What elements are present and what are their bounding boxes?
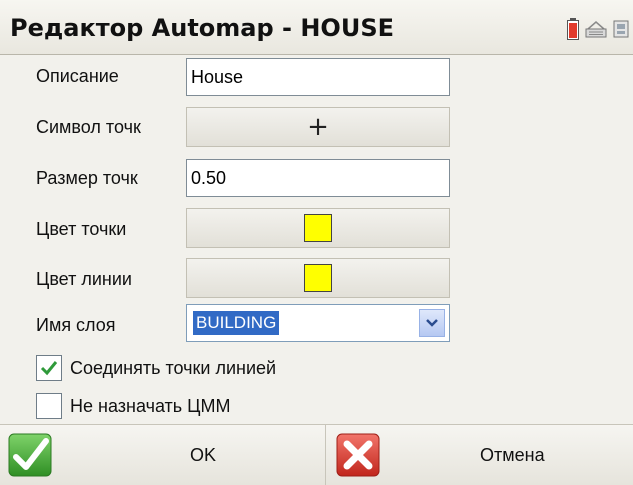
cancel-button[interactable]: Отмена xyxy=(326,425,633,485)
ok-check-icon xyxy=(8,433,52,482)
battery-icon[interactable] xyxy=(567,18,579,40)
button-bar: OK Отмена xyxy=(0,424,633,485)
description-label: Описание xyxy=(36,66,119,86)
ok-label: OK xyxy=(190,445,217,465)
automap-editor-window: Редактор Automap - HOUSE Описание House … xyxy=(0,0,633,485)
cancel-x-icon xyxy=(336,433,380,482)
layer-name-label: Имя слоя xyxy=(36,315,116,335)
chevron-down-icon[interactable] xyxy=(419,309,445,337)
point-color-button[interactable] xyxy=(186,208,450,248)
point-symbol-label: Символ точк xyxy=(36,117,141,137)
plus-symbol: + xyxy=(307,112,329,142)
no-dtm-label: Не назначать ЦММ xyxy=(70,395,231,416)
layer-name-dropdown[interactable]: BUILDING xyxy=(186,304,450,342)
form-area: Описание House Символ точк + Размер точк… xyxy=(0,55,633,423)
keyboard-icon[interactable] xyxy=(585,20,607,38)
checkmark-icon xyxy=(40,361,58,376)
network-icon[interactable] xyxy=(613,20,629,38)
connect-points-row[interactable]: Соединять точки линией xyxy=(36,355,276,381)
line-color-button[interactable] xyxy=(186,258,450,298)
point-color-label: Цвет точки xyxy=(36,219,127,239)
line-color-swatch xyxy=(304,264,332,292)
point-size-input[interactable]: 0.50 xyxy=(186,159,450,197)
connect-points-checkbox[interactable] xyxy=(36,355,62,381)
point-size-label: Размер точк xyxy=(36,168,138,188)
title-bar: Редактор Automap - HOUSE xyxy=(0,0,633,55)
ok-button[interactable]: OK xyxy=(0,425,325,485)
no-dtm-checkbox[interactable] xyxy=(36,393,62,419)
no-dtm-row[interactable]: Не назначать ЦММ xyxy=(36,393,231,419)
layer-name-value: BUILDING xyxy=(193,311,280,335)
system-tray xyxy=(567,18,629,40)
cancel-label: Отмена xyxy=(480,445,545,465)
line-color-label: Цвет линии xyxy=(36,269,132,289)
connect-points-label: Соединять точки линией xyxy=(70,357,277,378)
point-symbol-button[interactable]: + xyxy=(186,107,450,147)
window-title: Редактор Automap - HOUSE xyxy=(10,14,394,42)
description-input[interactable]: House xyxy=(186,58,450,96)
point-color-swatch xyxy=(304,214,332,242)
